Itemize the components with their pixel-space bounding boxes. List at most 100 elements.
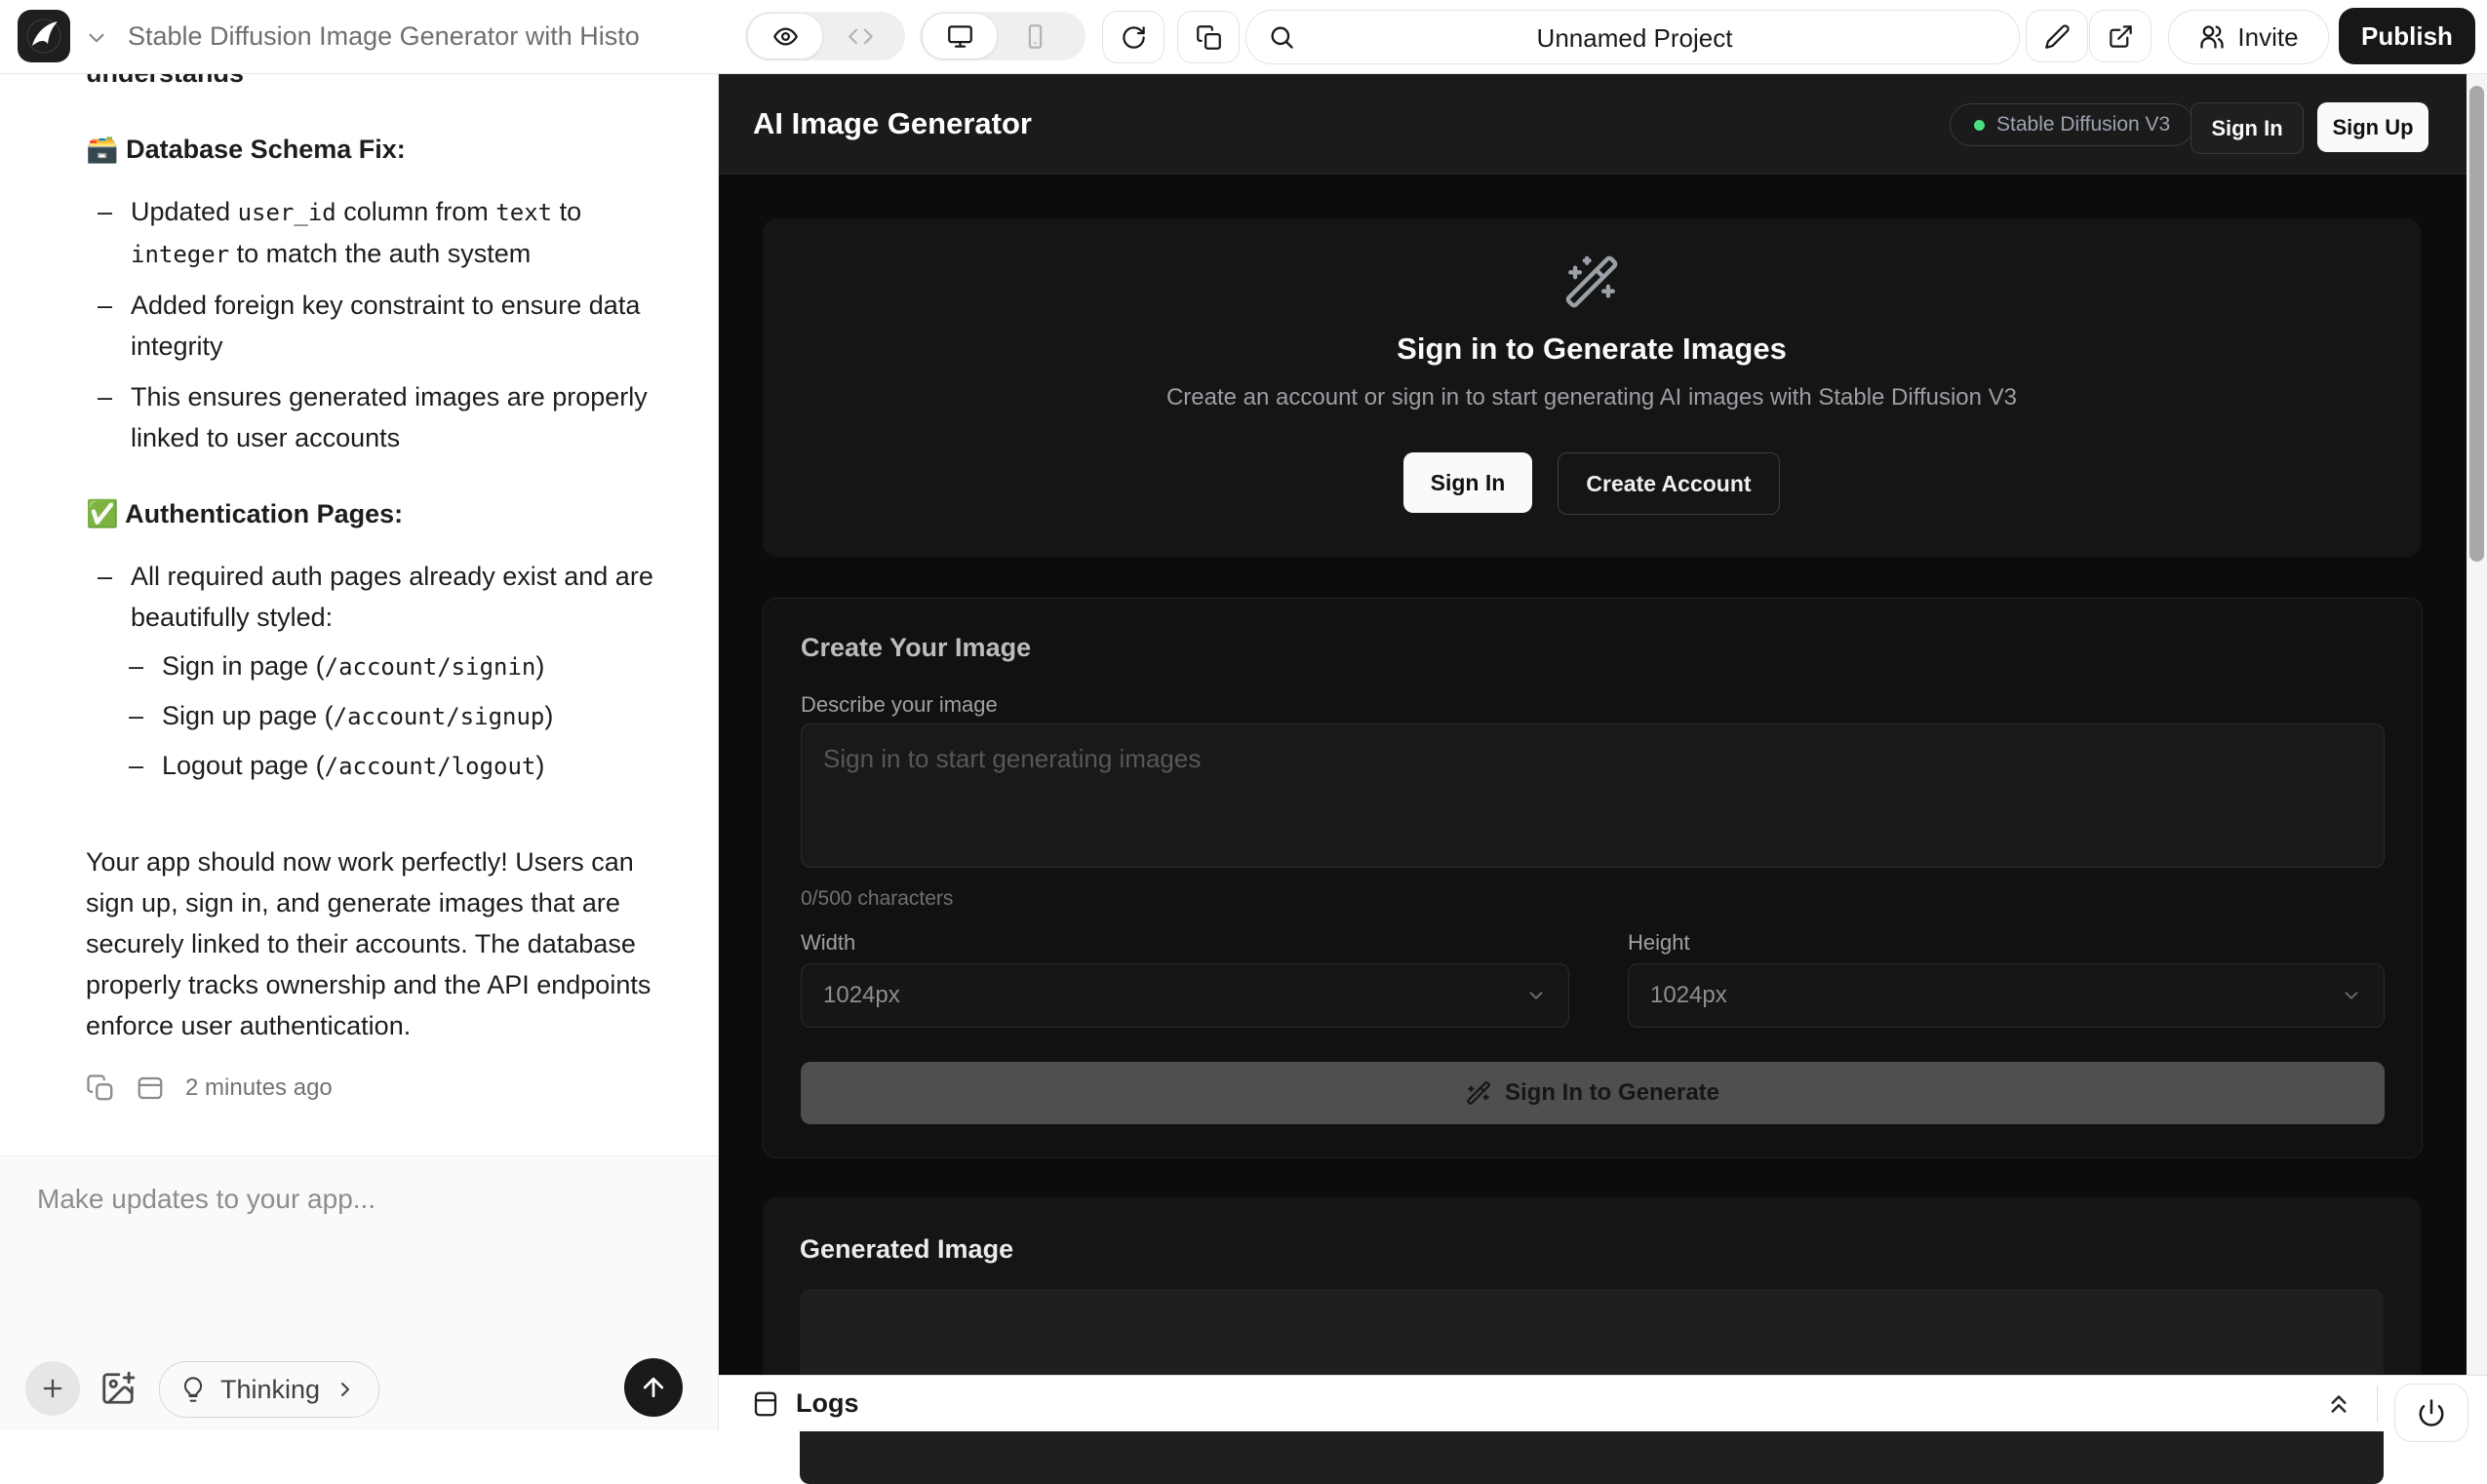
chat-heading: 🗃️ Database Schema Fix: (86, 129, 659, 170)
send-button[interactable] (624, 1358, 683, 1417)
composer-input[interactable] (35, 1182, 663, 1312)
hero-title: Sign in to Generate Images (763, 332, 2421, 367)
publish-button[interactable]: Publish (2339, 8, 2475, 64)
monitor-icon (947, 23, 973, 50)
browser-preview-icon[interactable] (135, 1074, 166, 1103)
arrow-up-icon (639, 1373, 668, 1402)
create-card-title: Create Your Image (801, 633, 1031, 663)
message-footer: 2 minutes ago (86, 1068, 659, 1109)
logs-bar[interactable]: Logs (719, 1375, 2487, 1431)
bullet-marker: – (98, 191, 131, 275)
bullet-marker: – (98, 376, 131, 458)
describe-label: Describe your image (801, 692, 998, 718)
top-bar: Stable Diffusion Image Generator with Hi… (0, 0, 2487, 74)
generate-label: Sign In to Generate (1505, 1079, 1719, 1107)
refresh-button[interactable] (1102, 11, 1165, 63)
copy-message-icon[interactable] (86, 1074, 115, 1103)
copy-icon (1196, 24, 1222, 51)
chevrons-up-icon (2324, 1389, 2353, 1419)
chat-bullet: –Sign in page (/account/signin) (86, 645, 659, 687)
bullet-marker: – (98, 556, 131, 638)
chevron-right-icon (334, 1378, 357, 1401)
wand-icon (1466, 1080, 1491, 1106)
chat-composer: Thinking (0, 1155, 718, 1430)
project-title: Stable Diffusion Image Generator with Hi… (128, 0, 640, 73)
chevron-down-icon (1525, 985, 1547, 1006)
lightbulb-icon (179, 1376, 207, 1403)
refresh-icon (1121, 24, 1147, 51)
model-badge-label: Stable Diffusion V3 (1996, 113, 2170, 137)
preview-scrollbar-thumb[interactable] (2469, 86, 2484, 562)
invite-label: Invite (2237, 22, 2298, 53)
view-mode-toggle (745, 12, 905, 60)
prompt-textarea[interactable] (801, 723, 2385, 868)
project-menu-chevron-down-icon[interactable] (84, 25, 109, 51)
bullet-marker: – (129, 695, 162, 737)
hero-subtitle: Create an account or sign in to start ge… (763, 384, 2421, 411)
project-name-input[interactable] (1246, 11, 2023, 65)
width-select[interactable]: 1024px (801, 963, 1569, 1028)
model-badge: Stable Diffusion V3 (1950, 103, 2194, 146)
project-search-field[interactable] (1245, 10, 2020, 64)
app-logo[interactable] (18, 10, 70, 62)
power-button[interactable] (2394, 1384, 2468, 1442)
logs-window-icon (751, 1389, 780, 1419)
chat-bullet: –This ensures generated images are prope… (86, 376, 659, 458)
char-count: 0/500 characters (801, 887, 953, 911)
bullet-marker: – (129, 745, 162, 787)
message-timestamp: 2 minutes ago (185, 1068, 333, 1109)
generate-button[interactable]: Sign In to Generate (801, 1062, 2385, 1124)
height-select[interactable]: 1024px (1628, 963, 2385, 1028)
height-label: Height (1628, 930, 1690, 956)
power-icon (2417, 1398, 2446, 1427)
edit-button[interactable] (2026, 10, 2088, 62)
plus-icon (39, 1375, 66, 1402)
chat-history: understands 🗃️ Database Schema Fix:–Upda… (86, 0, 659, 1156)
hero-create-account-button[interactable]: Create Account (1558, 452, 1780, 515)
users-icon (2198, 23, 2226, 51)
bullet-marker: – (129, 645, 162, 687)
code-icon (848, 23, 874, 50)
image-plus-icon (99, 1370, 137, 1407)
app-preview: AI Image Generator Stable Diffusion V3 S… (719, 0, 2487, 1430)
status-dot (1974, 120, 1985, 131)
chat-paragraph: Your app should now work perfectly! User… (86, 841, 659, 1046)
wand-sparkles-icon (763, 254, 2421, 310)
hero-sign-in-button[interactable]: Sign In (1403, 452, 1532, 513)
invite-button[interactable]: Invite (2168, 10, 2329, 64)
chat-bullet: –Added foreign key constraint to ensure … (86, 285, 659, 367)
preview-eye-toggle[interactable] (747, 13, 823, 59)
add-attachment-button[interactable] (25, 1361, 80, 1416)
publish-label: Publish (2361, 21, 2453, 52)
chat-bullet: –Updated user_id column from text to int… (86, 191, 659, 275)
duplicate-button[interactable] (1177, 11, 1240, 63)
chat-heading: ✅ Authentication Pages: (86, 493, 659, 534)
smartphone-icon (1022, 23, 1048, 50)
app-title: AI Image Generator (753, 73, 1032, 174)
desktop-toggle[interactable] (922, 13, 998, 59)
chat-message: 🗃️ Database Schema Fix: –Updated user_id … (86, 129, 659, 1046)
generated-title: Generated Image (800, 1234, 1013, 1265)
external-link-icon (2108, 23, 2134, 50)
height-value: 1024px (1650, 982, 1727, 1009)
add-image-button[interactable] (99, 1370, 137, 1407)
sign-in-hero-card: Sign in to Generate Images Create an acc… (763, 218, 2421, 557)
chat-bullet: –All required auth pages already exist a… (86, 556, 659, 638)
width-label: Width (801, 930, 855, 956)
logo-swoosh-icon (18, 10, 70, 62)
expand-logs-button[interactable] (2324, 1389, 2353, 1419)
open-external-button[interactable] (2089, 10, 2151, 62)
eye-icon (772, 23, 799, 50)
thinking-label: Thinking (220, 1375, 320, 1405)
thinking-mode-button[interactable]: Thinking (159, 1361, 379, 1418)
divider (2377, 1386, 2378, 1423)
code-view-toggle[interactable] (823, 14, 897, 59)
pencil-icon (2044, 23, 2071, 50)
header-sign-in-button[interactable]: Sign In (2191, 102, 2304, 154)
bullet-marker: – (98, 285, 131, 367)
logs-label: Logs (796, 1388, 859, 1419)
device-toggle (920, 12, 1086, 60)
create-image-card: Create Your Image Describe your image 0/… (763, 598, 2423, 1158)
header-sign-up-button[interactable]: Sign Up (2317, 102, 2428, 152)
mobile-toggle[interactable] (998, 14, 1072, 59)
